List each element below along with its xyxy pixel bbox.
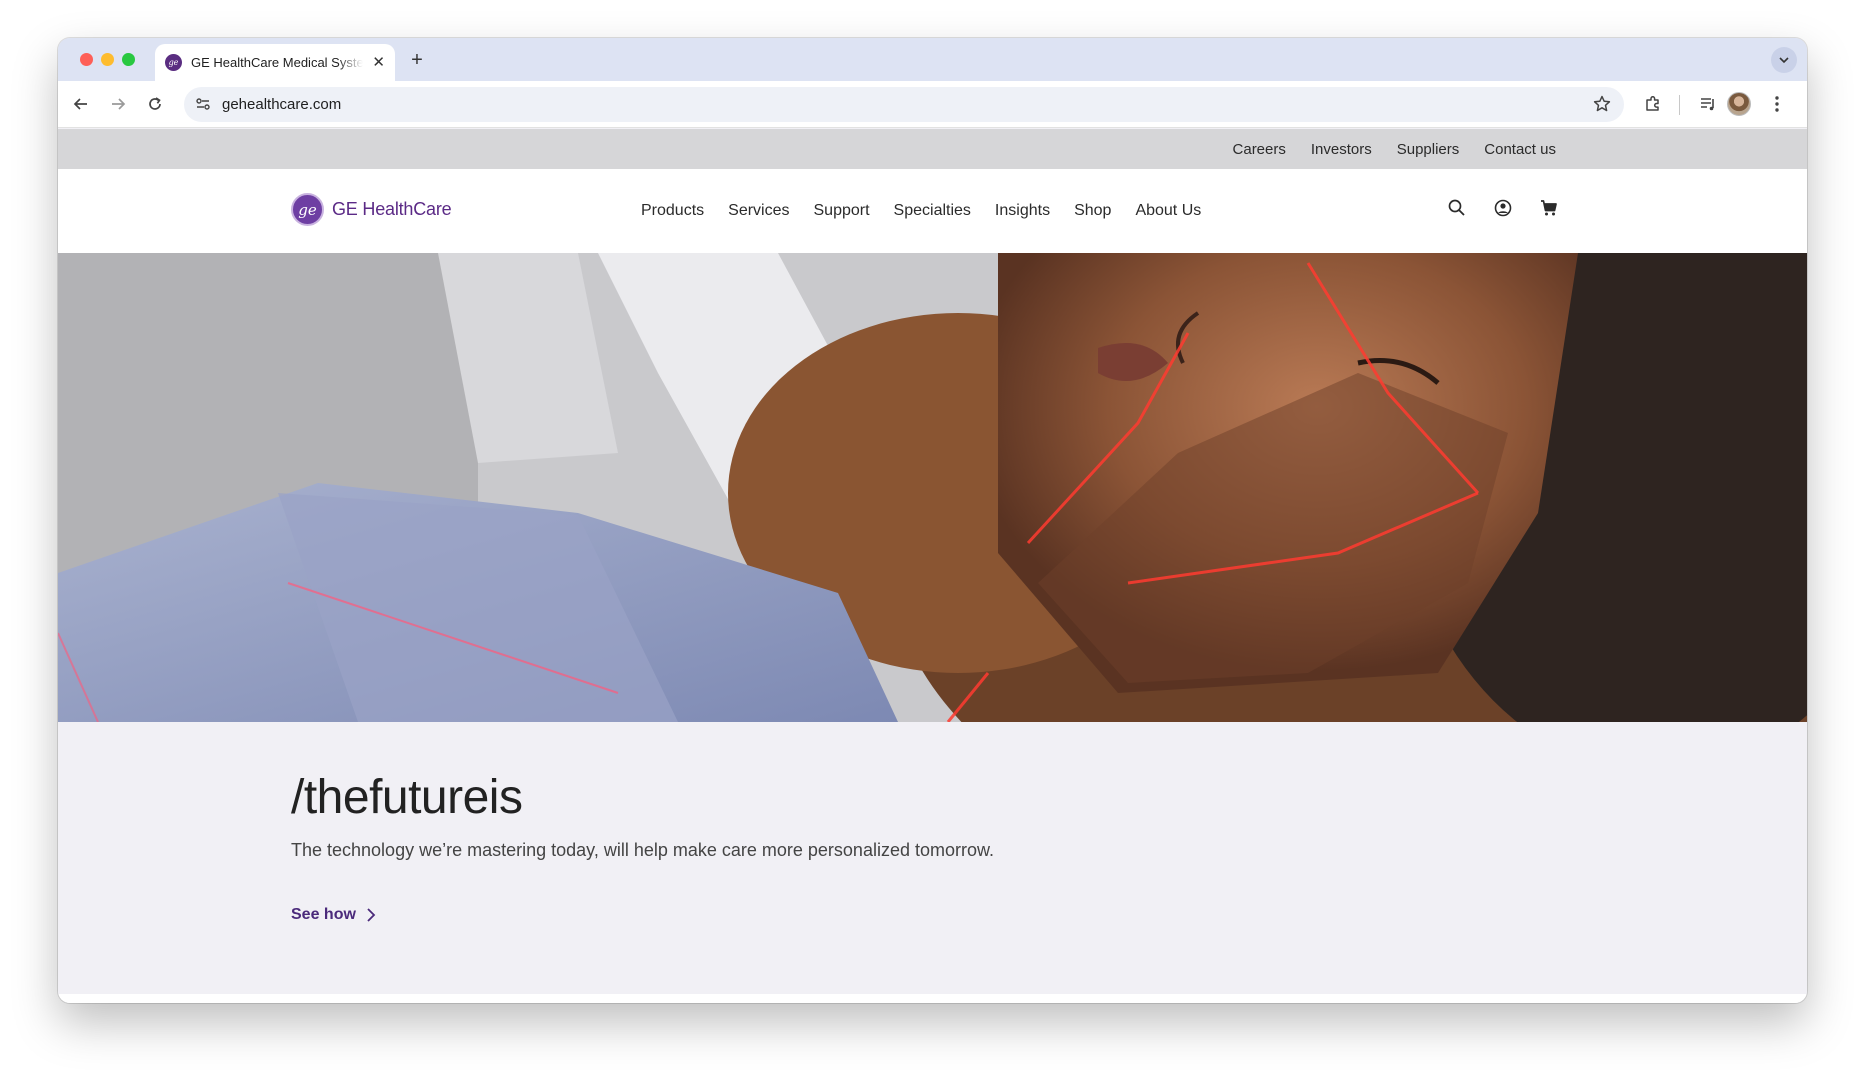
ge-monogram-icon: ge xyxy=(291,193,324,226)
hero-image xyxy=(58,253,1807,722)
reload-icon xyxy=(149,97,161,110)
tab-strip: ge GE HealthCare Medical Systems ✕ + xyxy=(58,38,1807,81)
maximize-window-button[interactable] xyxy=(122,53,135,66)
new-tab-button[interactable]: + xyxy=(405,48,429,72)
web-page: Careers Investors Suppliers Contact us g… xyxy=(58,129,1807,1003)
chevron-right-icon xyxy=(367,908,376,922)
forward-button[interactable] xyxy=(107,93,129,115)
media-controls-button[interactable] xyxy=(1697,93,1719,115)
profile-avatar[interactable] xyxy=(1727,92,1751,116)
minimize-window-button[interactable] xyxy=(101,53,114,66)
arrow-right-icon xyxy=(112,98,126,110)
queue-music-icon xyxy=(1701,98,1714,111)
ge-favicon-icon: ge xyxy=(165,54,182,71)
utility-bar: Careers Investors Suppliers Contact us xyxy=(58,129,1807,169)
address-bar[interactable]: gehealthcare.com xyxy=(184,87,1624,122)
reload-button[interactable] xyxy=(144,93,166,115)
more-vertical-icon xyxy=(1775,96,1779,112)
nav-icon-group xyxy=(1446,197,1560,219)
browser-menu-button[interactable] xyxy=(1766,93,1788,115)
brand-logo[interactable]: ge GE HealthCare xyxy=(291,193,452,226)
search-icon[interactable] xyxy=(1446,197,1468,219)
nav-item-specialties[interactable]: Specialties xyxy=(894,202,971,220)
hero-subtext: The technology we’re mastering today, wi… xyxy=(291,840,994,860)
main-navigation: ge GE HealthCare Products Services Suppo… xyxy=(58,169,1807,253)
page-bottom-edge xyxy=(58,994,1807,1003)
utility-link-contact-us[interactable]: Contact us xyxy=(1484,141,1556,158)
url-text: gehealthcare.com xyxy=(222,96,342,113)
utility-nav: Careers Investors Suppliers Contact us xyxy=(1233,129,1556,169)
tab-title: GE HealthCare Medical Systems xyxy=(191,55,363,70)
utility-link-careers[interactable]: Careers xyxy=(1233,141,1286,158)
tab-close-icon[interactable]: ✕ xyxy=(372,55,385,70)
arrow-left-icon xyxy=(73,98,87,110)
tab-search-button[interactable] xyxy=(1771,47,1797,73)
browser-tab[interactable]: ge GE HealthCare Medical Systems ✕ xyxy=(155,44,395,81)
nav-item-shop[interactable]: Shop xyxy=(1074,202,1111,220)
brand-name: GE HealthCare xyxy=(332,199,452,219)
browser-window: ge GE HealthCare Medical Systems ✕ + geh… xyxy=(58,38,1807,1003)
hero-headline: /thefutureis xyxy=(291,771,523,824)
bookmark-star-icon[interactable] xyxy=(1592,94,1612,119)
chevron-down-icon xyxy=(1779,57,1789,64)
see-how-link[interactable]: See how xyxy=(291,906,376,924)
cart-icon[interactable] xyxy=(1538,197,1560,219)
utility-link-suppliers[interactable]: Suppliers xyxy=(1397,141,1460,158)
extensions-button[interactable] xyxy=(1642,93,1664,115)
account-icon[interactable] xyxy=(1492,197,1514,219)
browser-toolbar: gehealthcare.com xyxy=(58,81,1807,128)
nav-item-support[interactable]: Support xyxy=(814,202,870,220)
back-button[interactable] xyxy=(70,93,92,115)
nav-item-about-us[interactable]: About Us xyxy=(1135,202,1201,220)
site-info-icon[interactable] xyxy=(194,95,212,118)
toolbar-divider xyxy=(1679,95,1680,115)
nav-item-products[interactable]: Products xyxy=(641,202,704,220)
see-how-label: See how xyxy=(291,906,356,923)
nav-item-insights[interactable]: Insights xyxy=(995,202,1050,220)
utility-link-investors[interactable]: Investors xyxy=(1311,141,1372,158)
hero-illustration xyxy=(58,253,1807,722)
nav-item-services[interactable]: Services xyxy=(728,202,789,220)
close-window-button[interactable] xyxy=(80,53,93,66)
primary-nav: Products Services Support Specialties In… xyxy=(641,169,1201,253)
puzzle-icon xyxy=(1646,95,1659,111)
